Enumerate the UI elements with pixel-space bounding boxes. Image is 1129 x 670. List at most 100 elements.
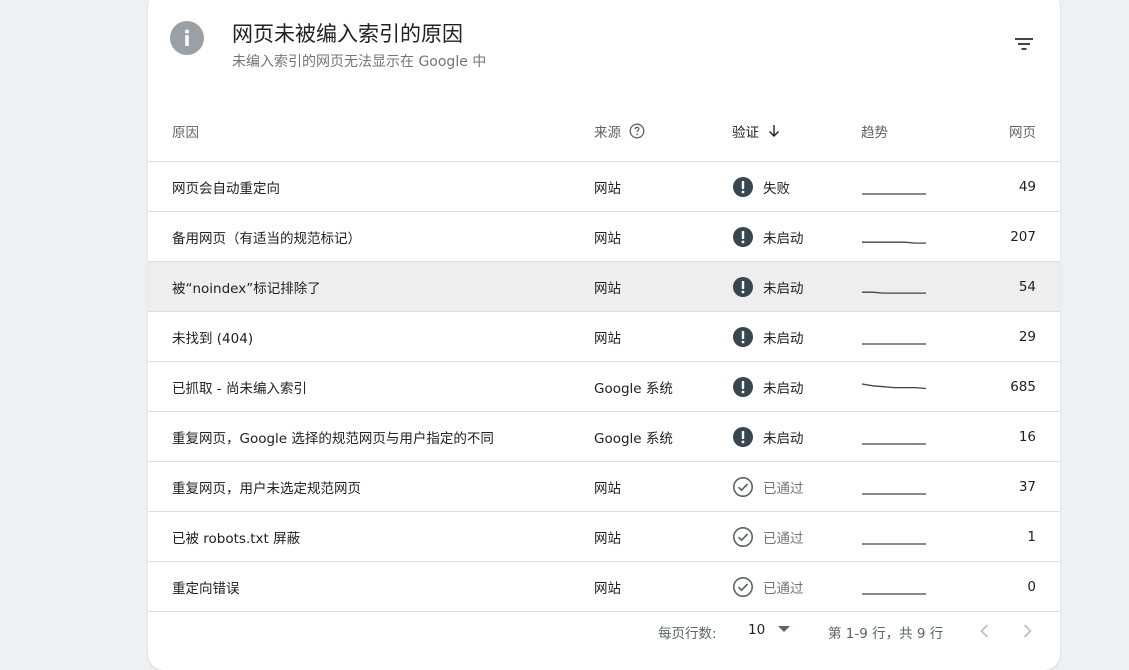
verify-cell: 已通过: [732, 562, 804, 611]
pages-cell-text: 37: [1018, 478, 1036, 495]
trend-cell: [861, 512, 927, 561]
column-header-reason[interactable]: 原因: [172, 100, 199, 161]
trend-sparkline: [861, 382, 927, 389]
source-cell: 网站: [594, 512, 621, 561]
status-text: 已通过: [763, 480, 804, 497]
pages-cell: 0: [1027, 562, 1036, 611]
column-header-trend: 趋势: [861, 100, 888, 161]
source-cell-text: 网站: [594, 180, 621, 197]
chevron-down-icon[interactable]: [778, 626, 790, 633]
trend-sparkline: [862, 442, 926, 445]
table-row[interactable]: 已抓取 - 尚未编入索引 Google 系统 未启动 685: [148, 362, 1060, 412]
column-source-label: 来源: [594, 124, 621, 141]
error-icon: [733, 426, 753, 447]
verify-cell: 失败: [732, 162, 790, 211]
pages-cell-text: 0: [1027, 578, 1036, 595]
table-row[interactable]: 备用网页（有适当的规范标记） 网站 未启动 207: [148, 212, 1060, 262]
reason-cell: 备用网页（有适当的规范标记）: [172, 212, 361, 261]
pagination: 每页行数: 10 第 1-9 行，共 9 行: [148, 610, 1060, 650]
status-text: 未启动: [763, 280, 804, 297]
pages-cell: 49: [1019, 162, 1036, 211]
source-cell: 网站: [594, 462, 621, 511]
pages-cell-text: 16: [1018, 428, 1036, 445]
reason-cell: 已抓取 - 尚未编入索引: [172, 362, 307, 411]
arrow-down-icon: [769, 124, 779, 137]
pages-cell-text: 1: [1027, 528, 1036, 545]
chevron-left-icon[interactable]: [974, 620, 996, 642]
reason-cell: 重定向错误: [172, 562, 240, 611]
reasons-card: 网页未被编入索引的原因 未编入索引的网页无法显示在 Google 中 原因 来源: [148, 0, 1060, 670]
reason-cell: 未找到 (404): [172, 312, 253, 361]
check-circle-icon: [733, 526, 753, 547]
reason-cell-text: 备用网页（有适当的规范标记）: [172, 230, 361, 247]
pages-cell: 16: [1019, 412, 1036, 461]
column-trend-label: 趋势: [861, 124, 888, 141]
table-row[interactable]: 被“noindex”标记排除了 网站 未启动 54: [148, 262, 1060, 312]
column-header-verify[interactable]: 验证: [732, 100, 781, 161]
trend-cell: [861, 562, 927, 611]
status-text: 已通过: [763, 530, 804, 547]
status-text: 失败: [763, 180, 790, 197]
table-row[interactable]: 网页会自动重定向 网站 失败 49: [148, 162, 1060, 212]
reason-cell: 网页会自动重定向: [172, 162, 280, 211]
reason-cell: 被“noindex”标记排除了: [172, 262, 321, 311]
source-cell: 网站: [594, 262, 621, 311]
verify-cell: 未启动: [732, 362, 804, 411]
reason-cell-text: 重复网页，Google 选择的规范网页与用户指定的不同: [172, 430, 494, 447]
status-text: 未启动: [763, 430, 804, 447]
error-icon: [733, 226, 753, 247]
chevron-right-icon[interactable]: [1016, 620, 1038, 642]
source-cell-text: 网站: [594, 480, 621, 497]
status-text: 未启动: [763, 330, 804, 347]
status-text: 未启动: [763, 380, 804, 397]
reason-cell-text: 已被 robots.txt 屏蔽: [172, 530, 301, 547]
card-subtitle: 未编入索引的网页无法显示在 Google 中: [232, 54, 487, 70]
trend-cell: [861, 162, 927, 211]
verify-cell: 未启动: [732, 412, 804, 461]
status-text: 已通过: [763, 580, 804, 597]
trend-cell: [861, 462, 927, 511]
source-cell: Google 系统: [594, 362, 673, 411]
pages-cell-text: 49: [1018, 178, 1036, 195]
table-header: 原因 来源 验证 趋势 网页: [148, 100, 1060, 162]
error-icon: [733, 326, 753, 347]
reason-cell-text: 重定向错误: [172, 580, 240, 597]
trend-sparkline: [862, 291, 926, 294]
pages-cell: 685: [1010, 362, 1036, 411]
table-row[interactable]: 重复网页，Google 选择的规范网页与用户指定的不同 Google 系统 未启动 1…: [148, 412, 1060, 462]
verify-cell: 已通过: [732, 512, 804, 561]
source-cell: Google 系统: [594, 412, 673, 461]
verify-cell: 未启动: [732, 212, 804, 261]
pages-cell: 37: [1019, 462, 1036, 511]
trend-sparkline: [862, 342, 926, 345]
pages-cell-text: 685: [1010, 378, 1036, 395]
table-row[interactable]: 重复网页，用户未选定规范网页 网站 已通过 37: [148, 462, 1060, 512]
column-header-pages[interactable]: 网页: [1009, 100, 1036, 161]
trend-sparkline: [862, 241, 926, 244]
filter-icon: [1015, 38, 1033, 50]
trend-sparkline: [862, 192, 926, 195]
pages-cell-text: 207: [1010, 228, 1036, 245]
table-body: 网页会自动重定向 网站 失败 49 备用网页（有适当的规范标记） 网站 未启动 207 被“no…: [148, 162, 1060, 612]
reason-cell: 重复网页，用户未选定规范网页: [172, 462, 361, 511]
verify-cell: 已通过: [732, 462, 804, 511]
table-row[interactable]: 已被 robots.txt 屏蔽 网站 已通过 1: [148, 512, 1060, 562]
source-cell-text: Google 系统: [594, 430, 673, 447]
source-cell-text: 网站: [594, 230, 621, 247]
status-text: 未启动: [763, 230, 804, 247]
column-verify-label: 验证: [732, 124, 759, 141]
table-row[interactable]: 未找到 (404) 网站 未启动 29: [148, 312, 1060, 362]
trend-cell: [861, 262, 927, 311]
table-row[interactable]: 重定向错误 网站 已通过 0: [148, 562, 1060, 612]
column-header-source[interactable]: 来源: [594, 100, 645, 161]
pages-cell-text: 29: [1018, 328, 1036, 345]
source-cell-text: 网站: [594, 530, 621, 547]
trend-cell: [861, 312, 927, 361]
rows-per-page-select[interactable]: 10: [748, 622, 765, 638]
error-icon: [733, 276, 753, 297]
filter-button[interactable]: [1006, 28, 1042, 60]
trend-sparkline: [862, 592, 926, 595]
pages-cell: 207: [1010, 212, 1036, 261]
reason-cell-text: 网页会自动重定向: [172, 180, 280, 197]
help-circle-icon[interactable]: [629, 123, 645, 139]
